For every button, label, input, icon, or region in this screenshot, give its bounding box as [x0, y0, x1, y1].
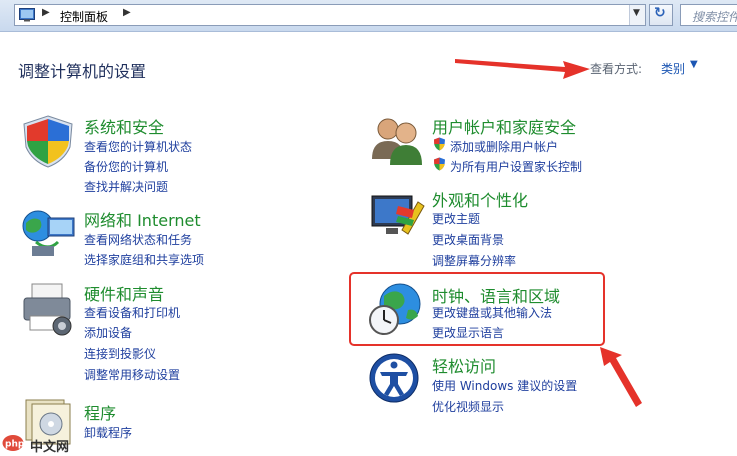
link-uninstall-program[interactable]: 卸载程序 [84, 424, 132, 441]
category-network-internet[interactable]: 网络和 Internet [84, 207, 201, 231]
watermark-text: 中文网 [30, 440, 70, 455]
shield-icon[interactable] [18, 113, 78, 169]
category-user-accounts[interactable]: 用户帐户和家庭安全 [432, 114, 576, 138]
search-placeholder: 搜索控件 [692, 10, 737, 24]
category-ease-of-access[interactable]: 轻松访问 [432, 353, 496, 377]
network-globe-icon[interactable] [18, 206, 78, 262]
annotation-arrow-icon [455, 59, 590, 79]
link-add-device[interactable]: 添加设备 [84, 324, 132, 341]
breadcrumb-arrow-icon[interactable]: ▶ [42, 7, 50, 18]
chevron-down-icon: ▼ [633, 8, 640, 18]
link-find-fix-problems[interactable]: 查找并解决问题 [84, 178, 168, 195]
link-homegroup-sharing[interactable]: 选择家庭组和共享选项 [84, 251, 204, 268]
annotation-arrow-icon [600, 347, 642, 407]
link-backup-computer[interactable]: 备份您的计算机 [84, 158, 168, 175]
refresh-button[interactable]: ↻ [649, 4, 673, 26]
address-box[interactable]: ▶ 控制面板 ▶ ▼ [14, 4, 646, 26]
address-dropdown-button[interactable]: ▼ [629, 5, 645, 25]
link-optimize-video[interactable]: 优化视频显示 [432, 398, 504, 415]
link-view-network-status[interactable]: 查看网络状态和任务 [84, 231, 192, 248]
printer-icon[interactable] [18, 280, 78, 336]
ease-of-access-icon[interactable] [368, 352, 428, 408]
chevron-down-icon[interactable]: ▼ [690, 59, 698, 70]
page-title: 调整计算机的设置 [18, 62, 147, 81]
annotation-highlight-box [349, 272, 605, 346]
uac-shield-icon [434, 157, 445, 171]
link-parental-controls[interactable]: 为所有用户设置家长控制 [450, 158, 582, 175]
view-by-label: 查看方式: [590, 62, 643, 76]
link-adjust-resolution[interactable]: 调整屏幕分辨率 [432, 252, 516, 269]
search-input[interactable]: 搜索控件 [680, 4, 737, 26]
category-programs[interactable]: 程序 [84, 400, 116, 424]
link-change-desktop-background[interactable]: 更改桌面背景 [432, 231, 504, 248]
users-icon[interactable] [368, 113, 428, 169]
breadcrumb-arrow-icon[interactable]: ▶ [123, 7, 131, 18]
link-change-theme[interactable]: 更改主题 [432, 210, 480, 227]
link-mobility-settings[interactable]: 调整常用移动设置 [84, 366, 180, 383]
address-bar: ▶ 控制面板 ▶ ▼ ↻ 搜索控件 [0, 0, 737, 32]
control-panel-icon [19, 8, 35, 22]
svg-text:php: php [5, 440, 24, 450]
appearance-icon[interactable] [368, 188, 428, 244]
link-recommended-settings[interactable]: 使用 Windows 建议的设置 [432, 377, 577, 394]
category-system-security[interactable]: 系统和安全 [84, 114, 164, 138]
php-logo-icon: php [2, 435, 24, 451]
category-appearance[interactable]: 外观和个性化 [432, 187, 528, 211]
view-by-dropdown[interactable]: 类别 [661, 60, 685, 77]
link-devices-printers[interactable]: 查看设备和打印机 [84, 304, 180, 321]
link-connect-projector[interactable]: 连接到投影仪 [84, 345, 156, 362]
uac-shield-icon [434, 137, 445, 151]
breadcrumb-control-panel[interactable]: 控制面板 [60, 8, 108, 25]
category-hardware-sound[interactable]: 硬件和声音 [84, 281, 164, 305]
refresh-icon: ↻ [654, 5, 666, 21]
link-add-remove-accounts[interactable]: 添加或删除用户帐户 [450, 138, 558, 155]
link-view-computer-status[interactable]: 查看您的计算机状态 [84, 138, 192, 155]
